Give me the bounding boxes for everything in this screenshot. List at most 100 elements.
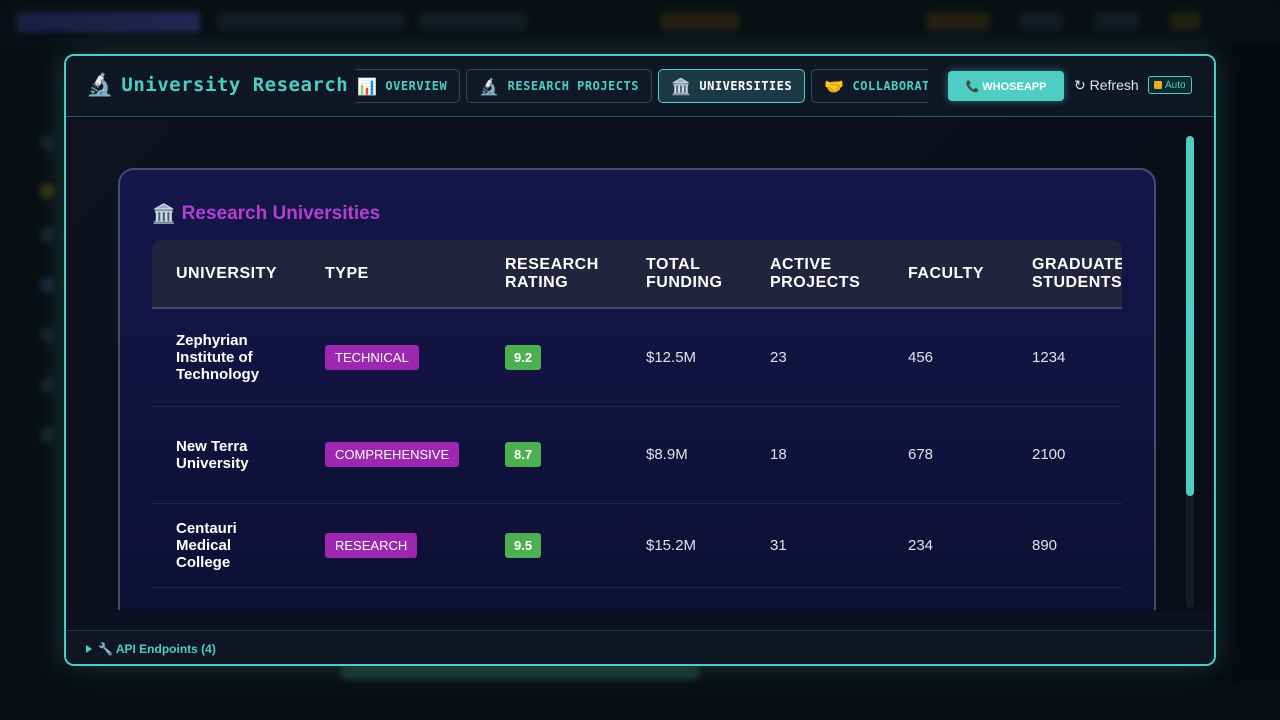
background-icon (40, 428, 54, 442)
column-header-active-projects[interactable]: ACTIVE PROJECTS (746, 240, 884, 309)
background-chip (660, 12, 740, 30)
background-icon (40, 278, 54, 292)
table-cell (1008, 587, 1122, 610)
rating-cell: 9.2 (481, 308, 622, 407)
modal-footer: 🔧 API Endpoints (4) (66, 630, 1214, 664)
background-chip (1170, 12, 1200, 30)
table-cell (884, 587, 1008, 610)
active-projects: 23 (746, 308, 884, 407)
total-funding: $15.2M (622, 503, 746, 588)
universities-card: 🏛️ Research Universities UNIVERSITY TYPE… (118, 168, 1156, 610)
faculty-count: 234 (884, 503, 1008, 588)
api-endpoints-label: 🔧 API Endpoints (4) (98, 642, 216, 656)
classical-building-icon: 🏛️ (152, 204, 176, 225)
active-projects: 31 (746, 503, 884, 588)
background-sidebar (0, 44, 64, 684)
university-name: New Terra University (152, 406, 301, 504)
universities-table-wrapper[interactable]: UNIVERSITY TYPE RESEARCH RATING TOTAL FU… (152, 240, 1122, 610)
column-header-total-funding[interactable]: TOTAL FUNDING (622, 240, 746, 309)
tab-overview[interactable]: 📊 OVERVIEW (356, 69, 461, 103)
column-header-faculty[interactable]: FACULTY (884, 240, 1008, 309)
total-funding: $12.5M (622, 308, 746, 407)
column-header-type[interactable]: TYPE (301, 240, 481, 309)
type-badge: RESEARCH (325, 532, 418, 558)
classical-building-icon: 🏛️ (670, 76, 692, 96)
background-chip (1094, 12, 1140, 30)
table-row[interactable]: Zephyrian Institute of Technology TECHNI… (152, 308, 1122, 407)
handshake-icon: 🤝 (824, 76, 845, 96)
type-badge: TECHNICAL (325, 344, 419, 370)
faculty-count: 678 (884, 406, 1008, 504)
university-name: Centauri Medical College (152, 503, 301, 588)
tab-universities[interactable]: 🏛️ UNIVERSITIES (657, 69, 806, 103)
background-icon (40, 136, 54, 150)
auto-indicator-icon (1154, 81, 1162, 89)
tab-research-projects[interactable]: 🔬 RESEARCH PROJECTS (466, 69, 652, 103)
university-research-modal: 🔬 University Research 📊 OVERVIEW 🔬 RESEA… (64, 54, 1216, 666)
table-cell (152, 587, 301, 610)
microscope-icon: 🔬 (479, 76, 500, 96)
content-scrollbar-thumb[interactable] (1186, 136, 1194, 496)
refresh-button[interactable]: ↻ Refresh (1074, 77, 1139, 94)
modal-title: 🔬 University Research (86, 72, 348, 98)
auto-label: Auto (1165, 79, 1186, 91)
background-chip (1018, 12, 1064, 30)
column-header-research-rating[interactable]: RESEARCH RATING (481, 240, 622, 309)
tab-label: RESEARCH PROJECTS (507, 79, 639, 93)
background-icon (40, 184, 54, 198)
background-icon (40, 228, 54, 242)
background-chip (216, 12, 406, 30)
tab-label: COLLABORATION (852, 79, 928, 93)
table-row[interactable] (152, 587, 1122, 610)
modal-title-text: University Research (121, 74, 349, 96)
auto-refresh-toggle[interactable]: Auto (1148, 76, 1192, 94)
background-topbar (0, 0, 1280, 44)
chart-icon: 📊 (357, 76, 378, 96)
rating-cell: 8.7 (481, 406, 622, 504)
modal-content: 🏛️ Research Universities UNIVERSITY TYPE… (66, 118, 1214, 610)
tab-bar: 📊 OVERVIEW 🔬 RESEARCH PROJECTS 🏛️ UNIVER… (356, 69, 928, 105)
background-chip (418, 12, 528, 30)
table-row[interactable]: Centauri Medical College RESEARCH 9.5 $1… (152, 503, 1122, 588)
modal-header: 🔬 University Research 📊 OVERVIEW 🔬 RESEA… (66, 56, 1214, 117)
type-cell: COMPREHENSIVE (301, 406, 481, 504)
rating-badge: 8.7 (505, 442, 542, 467)
graduate-students: 2100 (1008, 406, 1122, 504)
table-cell (481, 587, 622, 610)
tab-label: OVERVIEW (385, 79, 448, 93)
tab-collaboration[interactable]: 🤝 COLLABORATION (811, 69, 928, 103)
university-name: Zephyrian Institute of Technology (152, 308, 301, 407)
background-logo (16, 12, 200, 32)
disclosure-triangle-icon (86, 645, 92, 653)
table-cell (301, 587, 481, 610)
rating-badge: 9.2 (505, 344, 542, 370)
total-funding: $8.9M (622, 406, 746, 504)
universities-table: UNIVERSITY TYPE RESEARCH RATING TOTAL FU… (152, 240, 1122, 610)
table-header-row: UNIVERSITY TYPE RESEARCH RATING TOTAL FU… (152, 240, 1122, 309)
column-header-graduate-students[interactable]: GRADUATE STUDENTS (1008, 240, 1122, 309)
tab-label: UNIVERSITIES (699, 79, 793, 93)
background-glow (340, 664, 700, 680)
rating-badge: 9.5 (505, 532, 542, 558)
table-cell (746, 587, 884, 610)
whoseapp-button[interactable]: 📞 WHOSEAPP (948, 71, 1064, 101)
background-icon (40, 328, 54, 342)
type-cell: TECHNICAL (301, 308, 481, 407)
background-chip (926, 12, 990, 30)
type-badge: COMPREHENSIVE (325, 442, 460, 467)
graduate-students: 890 (1008, 503, 1122, 588)
column-header-university[interactable]: UNIVERSITY (152, 240, 301, 309)
table-row[interactable]: New Terra University COMPREHENSIVE 8.7 $… (152, 406, 1122, 504)
active-projects: 18 (746, 406, 884, 504)
table-cell (622, 587, 746, 610)
microscope-icon: 🔬 (86, 72, 114, 97)
card-title-text: Research Universities (181, 203, 381, 224)
graduate-students: 1234 (1008, 308, 1122, 407)
background-bottom-bar (0, 684, 1280, 720)
faculty-count: 456 (884, 308, 1008, 407)
background-icon (40, 378, 54, 392)
api-endpoints-toggle[interactable]: 🔧 API Endpoints (4) (86, 642, 216, 656)
rating-cell: 9.5 (481, 503, 622, 588)
card-title: 🏛️ Research Universities (152, 202, 380, 226)
type-cell: RESEARCH (301, 503, 481, 588)
